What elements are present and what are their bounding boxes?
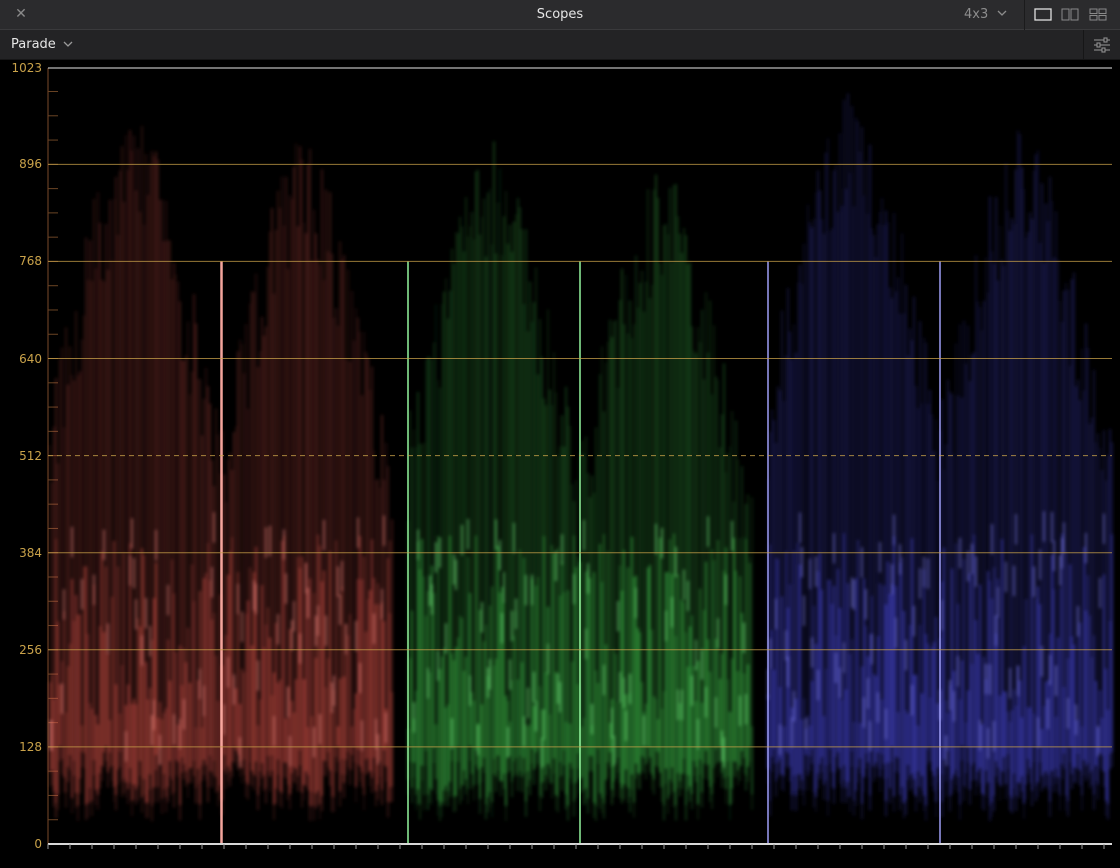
y-tick-label: 768: [19, 254, 42, 269]
title-bar: ✕ Scopes 4x3: [0, 0, 1120, 30]
y-tick-label: 512: [19, 448, 42, 463]
y-tick-label: 256: [19, 642, 42, 657]
window-title: Scopes: [536, 7, 584, 22]
divider: [1024, 0, 1025, 30]
scope-mode-select[interactable]: Parade: [11, 37, 56, 52]
rgb-parade-scope: 1023 896 768 640 512 384 256 128 0: [0, 60, 1120, 868]
quad-view-icon[interactable]: [1089, 8, 1107, 21]
y-tick-label: 1023: [11, 61, 42, 75]
single-view-icon[interactable]: [1034, 8, 1052, 21]
y-tick-label: 384: [19, 545, 42, 560]
y-tick-label: 0: [34, 837, 42, 851]
y-tick-label: 640: [19, 351, 42, 366]
scope-settings-button[interactable]: [1083, 30, 1120, 60]
aspect-ratio-select[interactable]: 4x3: [964, 7, 988, 22]
scope-toolbar: Parade: [0, 30, 1120, 60]
sliders-icon: [1094, 37, 1110, 53]
waveform-canvas: [47, 67, 1113, 849]
dual-view-icon[interactable]: [1061, 8, 1079, 21]
y-tick-label: 128: [19, 739, 42, 754]
y-tick-label: 896: [19, 157, 42, 172]
chevron-down-icon[interactable]: [62, 38, 74, 50]
chevron-down-icon[interactable]: [996, 7, 1008, 19]
